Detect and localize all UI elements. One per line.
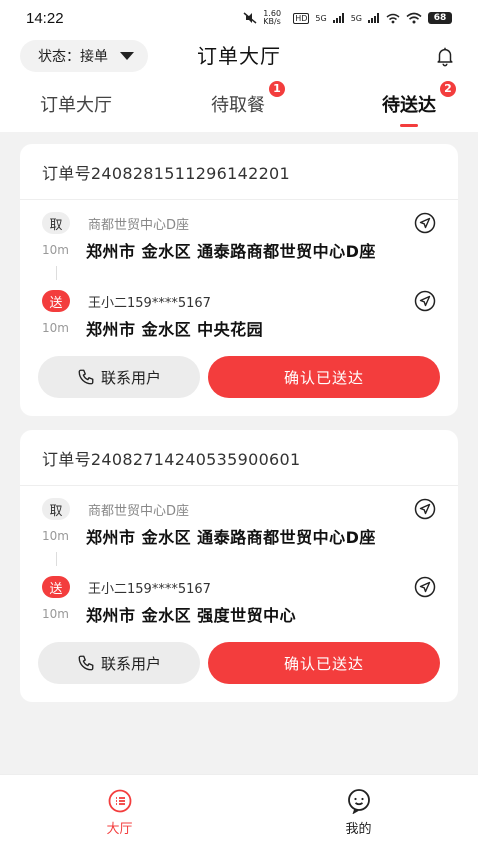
route-connector	[56, 266, 57, 280]
order-number: 订单号2408271424053590060​1	[20, 430, 458, 486]
order-route: 取 商都世贸中心D座 10m 郑州市 金水区 通泰路商都世贸中心D座 送 王小二…	[20, 200, 458, 360]
wifi-icon	[406, 12, 422, 24]
order-actions: 联系用户 确认已送达	[20, 356, 458, 416]
phone-icon	[78, 369, 94, 385]
pickup-tag: 取	[42, 498, 70, 520]
dropoff-distance: 10m	[42, 607, 69, 621]
tab-to-deliver-badge: 2	[440, 81, 456, 97]
nav-hall-label: 大厅	[106, 822, 133, 837]
signal-bars-icon-2	[368, 13, 379, 23]
contact-user-button[interactable]: 联系用户	[38, 356, 200, 398]
navigate-icon[interactable]	[414, 576, 436, 598]
signal-5g-1: 5G	[315, 13, 327, 23]
status-dropdown-label: 状态：接单	[38, 49, 108, 65]
order-card: 订单号2408281511296142201 取 商都世贸中心D座 10m 郑州…	[20, 144, 458, 416]
route-connector	[56, 552, 57, 566]
order-number: 订单号2408281511296142201	[20, 144, 458, 200]
contact-user-label: 联系用户	[100, 368, 161, 387]
tab-to-deliver-label: 待送达	[382, 95, 436, 116]
dropoff-name: 王小二159****5167	[88, 295, 211, 311]
dropoff-tag: 送	[42, 576, 70, 598]
contact-user-button[interactable]: 联系用户	[38, 642, 200, 684]
wifi-icon-small	[386, 13, 400, 23]
pickup-stop: 取 商都世贸中心D座 10m 郑州市 金水区 通泰路商都世贸中心D座	[42, 210, 436, 264]
confirm-delivered-button[interactable]: 确认已送达	[208, 356, 440, 398]
top-area: 14:22 1.60 KB/s HD 5G 5G 68 状态：接单 订单大厅 订…	[0, 0, 478, 132]
tab-order-hall-label: 订单大厅	[40, 95, 112, 116]
net-speed: 1.60 KB/s	[263, 10, 282, 26]
order-tabs: 订单大厅 待取餐 1 待送达 2	[0, 76, 478, 132]
navigate-icon[interactable]	[414, 498, 436, 520]
dropoff-name: 王小二159****5167	[88, 581, 211, 597]
tab-to-pickup-wrap: 待取餐 1	[211, 81, 285, 117]
dropoff-stop: 送 王小二159****5167 10m 郑州市 金水区 强度世贸中心	[42, 574, 436, 628]
status-dropdown[interactable]: 状态：接单	[20, 40, 148, 72]
bell-icon[interactable]	[434, 45, 456, 67]
page-title: 订单大厅	[197, 44, 281, 68]
status-icons: 1.60 KB/s HD 5G 5G 68	[243, 10, 452, 26]
pickup-name: 商都世贸中心D座	[88, 503, 190, 519]
pickup-distance: 10m	[42, 243, 69, 257]
tab-to-pickup-badge: 1	[269, 81, 285, 97]
nav-profile[interactable]: 我的	[239, 775, 478, 850]
nav-profile-label: 我的	[345, 822, 372, 837]
confirm-delivered-button[interactable]: 确认已送达	[208, 642, 440, 684]
dropoff-address: 郑州市 金水区 强度世贸中心	[86, 606, 297, 625]
nav-hall[interactable]: 大厅	[0, 775, 239, 850]
navigate-icon[interactable]	[414, 212, 436, 234]
status-bar: 14:22 1.60 KB/s HD 5G 5G 68	[0, 0, 478, 36]
order-actions: 联系用户 确认已送达	[20, 642, 458, 702]
app-header: 状态：接单 订单大厅	[0, 36, 478, 76]
pickup-stop: 取 商都世贸中心D座 10m 郑州市 金水区 通泰路商都世贸中心D座	[42, 496, 436, 550]
signal-bars-icon	[332, 13, 344, 23]
tab-to-pickup[interactable]: 待取餐 1	[172, 76, 304, 132]
pickup-address: 郑州市 金水区 通泰路商都世贸中心D座	[86, 528, 376, 547]
bottom-nav: 大厅 我的	[0, 774, 478, 850]
contact-user-label: 联系用户	[100, 654, 161, 673]
dropoff-stop: 送 王小二159****5167 10m 郑州市 金水区 中央花园	[42, 288, 436, 342]
battery-indicator: 68	[428, 12, 452, 24]
hd-indicator: HD	[293, 12, 310, 24]
navigate-icon[interactable]	[414, 290, 436, 312]
active-tab-indicator	[400, 124, 418, 127]
signal-5g-2: 5G	[350, 13, 362, 23]
pickup-address: 郑州市 金水区 通泰路商都世贸中心D座	[86, 242, 376, 261]
order-list: 订单号2408281511296142201 取 商都世贸中心D座 10m 郑州…	[0, 132, 478, 702]
tab-to-deliver[interactable]: 待送达 2	[304, 76, 460, 132]
pickup-tag: 取	[42, 212, 70, 234]
pickup-distance: 10m	[42, 529, 69, 543]
dropoff-tag: 送	[42, 290, 70, 312]
pickup-name: 商都世贸中心D座	[88, 217, 190, 233]
tab-to-pickup-label: 待取餐	[211, 95, 265, 116]
tab-order-hall[interactable]: 订单大厅	[18, 76, 172, 132]
tab-to-deliver-wrap: 待送达 2	[382, 81, 456, 127]
dropoff-address: 郑州市 金水区 中央花园	[86, 320, 264, 339]
order-card: 订单号2408271424053590060​1 取 商都世贸中心D座 10m …	[20, 430, 458, 702]
hall-icon	[108, 789, 131, 813]
order-route: 取 商都世贸中心D座 10m 郑州市 金水区 通泰路商都世贸中心D座 送 王小二…	[20, 486, 458, 646]
caret-down-icon	[120, 52, 134, 60]
profile-icon	[347, 789, 370, 814]
status-time: 14:22	[26, 9, 64, 27]
phone-icon	[78, 655, 94, 671]
dropoff-distance: 10m	[42, 321, 69, 335]
mute-icon	[243, 12, 257, 24]
